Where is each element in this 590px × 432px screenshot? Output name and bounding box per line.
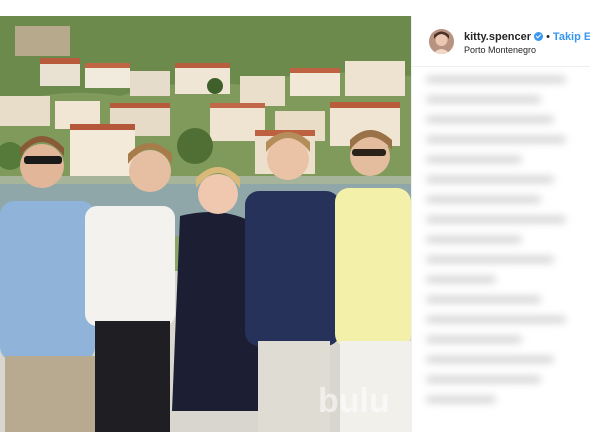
blurred-caption xyxy=(426,76,578,426)
separator-dot: • xyxy=(546,31,550,43)
post-side-panel: kitty.spencer •Takip Et Porto Montenegro xyxy=(411,16,590,432)
post-header: kitty.spencer •Takip Et Porto Montenegro xyxy=(412,16,590,67)
follow-button[interactable]: Takip Et xyxy=(553,31,590,43)
username-link[interactable]: kitty.spencer xyxy=(464,31,531,43)
photo-watermark: bulu xyxy=(318,382,390,420)
verified-badge-icon xyxy=(534,32,544,41)
user-line: kitty.spencer •Takip Et xyxy=(464,31,590,44)
top-blank-strip xyxy=(0,0,590,16)
avatar[interactable] xyxy=(429,29,454,54)
post-photo: bulu xyxy=(0,16,411,432)
location-link[interactable]: Porto Montenegro xyxy=(464,45,536,55)
